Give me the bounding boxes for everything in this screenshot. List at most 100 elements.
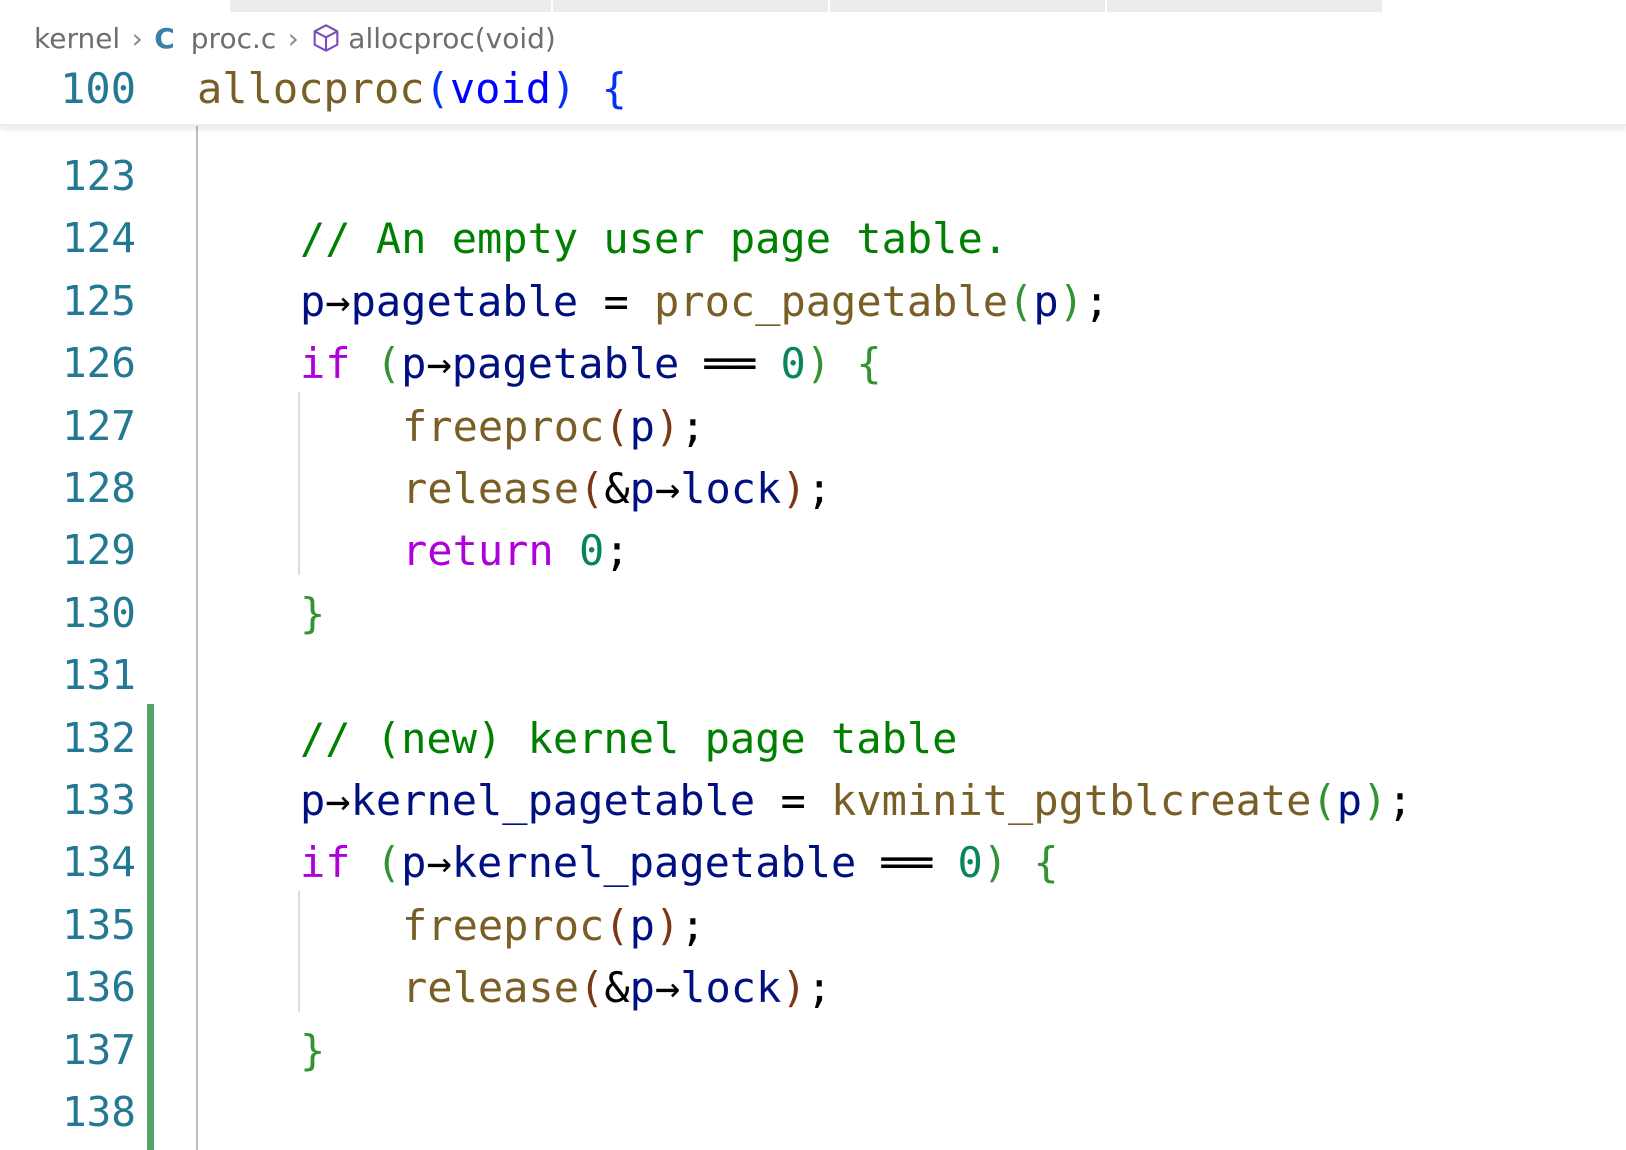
breadcrumb-folder[interactable]: kernel — [34, 22, 120, 55]
code-token: ( — [424, 64, 450, 113]
code-token: p — [629, 963, 655, 1013]
tab-divider — [1105, 0, 1107, 12]
line-number: 123 — [61, 152, 136, 200]
code-text: } — [300, 589, 325, 638]
line-number: 133 — [61, 776, 136, 824]
code-line[interactable]: 123 — [0, 144, 1626, 206]
line-number: 128 — [61, 464, 136, 512]
diff-added-indicator[interactable] — [147, 703, 154, 1150]
code-line[interactable]: 132 // (new) kernel page table — [0, 706, 1626, 768]
code-text: freeproc(p); — [402, 901, 705, 950]
sticky-scroll-header[interactable]: 100 allocproc(void) { — [0, 58, 1626, 126]
tab-strip — [0, 0, 1626, 12]
code-text: // (new) kernel page table — [300, 714, 957, 763]
line-number: 125 — [61, 276, 136, 325]
code-token: 0 — [957, 838, 983, 888]
code-token: ( — [375, 838, 402, 888]
code-line[interactable]: 124 // An empty user page table. — [0, 206, 1626, 268]
code-line[interactable]: 126 if (p→pagetable ══ 0) { — [0, 331, 1626, 393]
code-token: & — [604, 464, 630, 513]
code-token: } — [300, 1025, 326, 1075]
indent-guide — [298, 890, 300, 1012]
code-token: ) — [781, 963, 807, 1013]
line-number: 124 — [61, 214, 136, 263]
code-text: if (p→pagetable ══ 0) { — [300, 339, 882, 388]
line-number: 134 — [61, 838, 136, 887]
code-token: } — [300, 588, 326, 638]
code-token: ══ — [856, 838, 958, 888]
chevron-right-icon: › — [131, 21, 143, 55]
code-token: 0 — [780, 339, 806, 389]
line-number: 137 — [61, 1025, 136, 1074]
code-token: ) — [781, 464, 807, 513]
breadcrumb-file[interactable]: proc.c — [191, 22, 277, 55]
line-number: 130 — [61, 588, 136, 637]
code-token: ) — [982, 838, 1009, 888]
code-line[interactable]: 136 release(&p→lock); — [0, 955, 1626, 1017]
sticky-code-line[interactable]: allocproc(void) { — [197, 64, 627, 113]
code-text: freeproc(p); — [402, 402, 705, 451]
code-token: 0 — [579, 526, 605, 576]
code-text: release(&p→lock); — [402, 464, 832, 513]
code-token: = — [755, 776, 832, 825]
code-token: p — [401, 339, 427, 389]
code-token: kernel_pagetable — [451, 838, 857, 888]
code-line[interactable]: 135 freeproc(p); — [0, 893, 1626, 955]
code-token: ) — [805, 339, 832, 389]
code-token: lock — [680, 963, 782, 1013]
indent-guide — [196, 120, 198, 1150]
code-line[interactable]: 131 — [0, 643, 1626, 705]
code-token: release — [402, 464, 580, 513]
code-token: { — [601, 64, 627, 113]
sticky-line-number: 100 — [60, 64, 136, 113]
code-token: ══ — [679, 339, 781, 389]
code-line[interactable]: 125 p→pagetable = proc_pagetable(p); — [0, 269, 1626, 331]
code-editor[interactable]: 123 124// An empty user page table. 125 p→p… — [0, 120, 1626, 1150]
code-line[interactable]: 130} — [0, 581, 1626, 643]
code-token: → — [654, 963, 681, 1013]
code-token: p — [629, 401, 655, 451]
line-number: 132 — [61, 713, 136, 762]
code-token: ( — [1008, 276, 1034, 326]
code-token: ( — [604, 900, 630, 950]
breadcrumb-symbol[interactable]: allocproc(void) — [348, 22, 556, 55]
code-token: → — [426, 838, 452, 888]
code-token: ; — [806, 464, 832, 513]
code-token: freeproc — [402, 900, 605, 950]
code-line[interactable]: 128 release(&p→lock); — [0, 456, 1626, 518]
code-token: ; — [1387, 776, 1413, 825]
code-token: → — [325, 276, 351, 326]
code-line[interactable]: 127 freeproc(p); — [0, 394, 1626, 456]
code-line[interactable]: 138 — [0, 1080, 1626, 1142]
code-token: proc_pagetable — [654, 276, 1009, 326]
code-token: ( — [375, 339, 402, 389]
code-token: // (new) kernel page table — [300, 713, 958, 763]
code-token: p — [1033, 276, 1059, 326]
code-text: // An empty user page table. — [300, 214, 1008, 263]
code-line[interactable]: 129 return 0; — [0, 518, 1626, 580]
line-number: 138 — [61, 1088, 136, 1136]
code-token: pagetable — [350, 276, 579, 326]
code-token: ) — [1362, 776, 1388, 825]
code-token: ( — [1311, 776, 1337, 825]
code-text: p→kernel_pagetable = kvminit_pgtblcreate… — [300, 776, 1413, 825]
code-token: freeproc — [402, 401, 605, 451]
code-token: if — [300, 838, 351, 888]
code-token: → — [325, 776, 351, 825]
line-number: 131 — [61, 651, 136, 700]
code-token: = — [578, 276, 655, 326]
code-token: ( — [579, 464, 605, 513]
code-token: { — [1033, 838, 1059, 888]
code-line[interactable]: 134 if (p→kernel_pagetable ══ 0) { — [0, 830, 1626, 892]
code-line[interactable]: 133 p→kernel_pagetable = kvminit_pgtblcre… — [0, 768, 1626, 830]
code-line[interactable]: 137} — [0, 1018, 1626, 1080]
tab-bar-background — [230, 0, 1382, 12]
code-token: lock — [680, 464, 782, 513]
code-token: p — [1336, 776, 1363, 825]
